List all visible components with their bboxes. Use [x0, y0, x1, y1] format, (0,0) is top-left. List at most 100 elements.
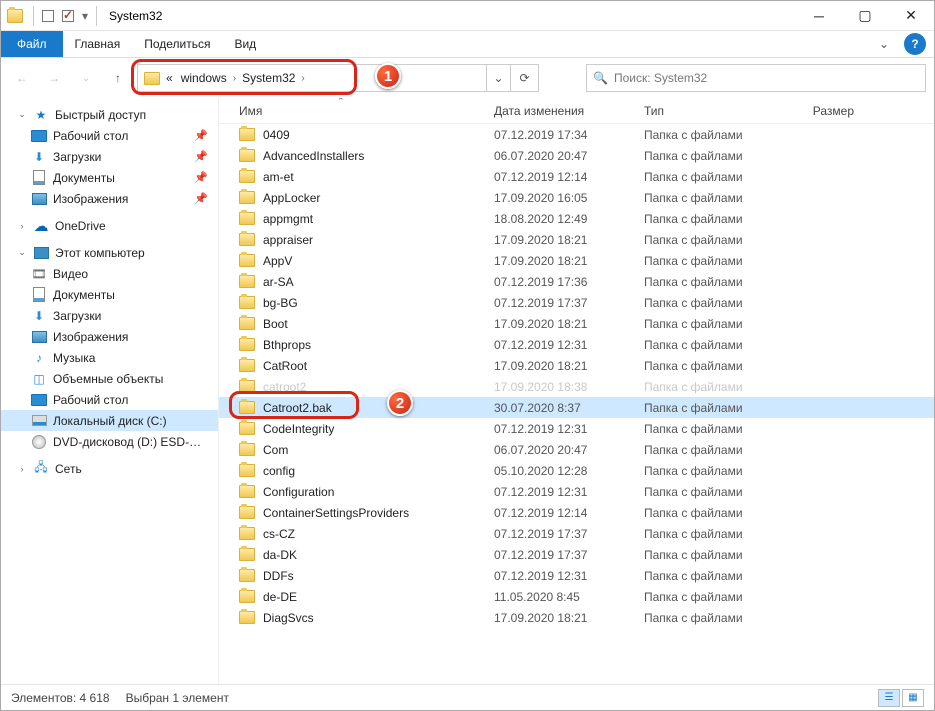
file-date: 07.12.2019 12:14: [494, 506, 644, 520]
sidebar-item-downloads[interactable]: ⬇Загрузки📌: [1, 146, 218, 167]
sidebar-onedrive[interactable]: ›☁OneDrive: [1, 215, 218, 236]
file-list[interactable]: 040907.12.2019 17:34Папка с файламиAdvan…: [219, 124, 934, 684]
file-name: CodeIntegrity: [263, 422, 494, 436]
sidebar-item-downloads[interactable]: ⬇Загрузки: [1, 305, 218, 326]
table-row[interactable]: Com06.07.2020 20:47Папка с файлами: [219, 439, 934, 460]
table-row[interactable]: 040907.12.2019 17:34Папка с файлами: [219, 124, 934, 145]
sidebar-network[interactable]: ›🖧Сеть: [1, 458, 218, 479]
table-row[interactable]: AppV17.09.2020 18:21Папка с файлами: [219, 250, 934, 271]
folder-icon: [239, 212, 255, 225]
file-type: Папка с файлами: [644, 380, 804, 394]
table-row[interactable]: CatRoot17.09.2020 18:21Папка с файлами: [219, 355, 934, 376]
forward-button[interactable]: →: [41, 65, 67, 91]
back-button[interactable]: ←: [9, 65, 35, 91]
table-row[interactable]: appraiser17.09.2020 18:21Папка с файлами: [219, 229, 934, 250]
table-row[interactable]: appmgmt18.08.2020 12:49Папка с файлами: [219, 208, 934, 229]
sidebar-this-pc[interactable]: ⌄Этот компьютер: [1, 242, 218, 263]
sidebar-item-pictures[interactable]: Изображения📌: [1, 188, 218, 209]
table-row[interactable]: ar-SA07.12.2019 17:36Папка с файлами: [219, 271, 934, 292]
refresh-button[interactable]: ⟳: [511, 64, 539, 92]
close-button[interactable]: ✕: [888, 1, 934, 31]
nav-bar: ← → ⌄ ↑ « windows › System32 › ⌄ ⟳ 1 🔍 П…: [1, 58, 934, 98]
table-row[interactable]: de-DE11.05.2020 8:45Папка с файлами: [219, 586, 934, 607]
column-header-size[interactable]: Размер: [784, 104, 864, 118]
document-icon: [33, 287, 45, 302]
table-row[interactable]: ContainerSettingsProviders07.12.2019 12:…: [219, 502, 934, 523]
maximize-button[interactable]: ▢: [842, 1, 888, 31]
minimize-button[interactable]: ─: [796, 1, 842, 31]
column-header-type[interactable]: Тип: [644, 104, 784, 118]
column-header-date[interactable]: Дата изменения: [494, 104, 644, 118]
tree-expand-icon[interactable]: ›: [17, 221, 27, 231]
table-row[interactable]: catroot217.09.2020 18:38Папка с файлами: [219, 376, 934, 397]
table-row[interactable]: Catroot2.bak30.07.2020 8:37Папка с файла…: [219, 397, 934, 418]
qat-checkbox-2[interactable]: [62, 10, 74, 22]
table-row[interactable]: AdvancedInstallers06.07.2020 20:47Папка …: [219, 145, 934, 166]
folder-icon: [239, 191, 255, 204]
column-header-name[interactable]: Имя⌃: [239, 104, 494, 118]
file-name: da-DK: [263, 548, 494, 562]
label: Рабочий стол: [53, 129, 128, 143]
details-view-button[interactable]: ☰: [878, 689, 900, 707]
sidebar-item-videos[interactable]: 🎞Видео: [1, 263, 218, 284]
tree-collapse-icon[interactable]: ⌄: [17, 247, 27, 258]
label: Видео: [53, 267, 88, 281]
sidebar-item-pictures[interactable]: Изображения: [1, 326, 218, 347]
recent-locations-button[interactable]: ⌄: [73, 65, 99, 91]
tab-view[interactable]: Вид: [222, 31, 268, 57]
table-row[interactable]: am-et07.12.2019 12:14Папка с файлами: [219, 166, 934, 187]
qat-overflow[interactable]: ▾: [78, 9, 92, 23]
tab-home[interactable]: Главная: [63, 31, 133, 57]
file-type: Папка с файлами: [644, 275, 804, 289]
table-row[interactable]: Bthprops07.12.2019 12:31Папка с файлами: [219, 334, 934, 355]
breadcrumb[interactable]: windows: [179, 71, 229, 85]
tab-share[interactable]: Поделиться: [132, 31, 222, 57]
window-title: System32: [109, 9, 162, 23]
folder-icon: [239, 275, 255, 288]
breadcrumb[interactable]: «: [164, 71, 175, 85]
address-dropdown-button[interactable]: ⌄: [487, 64, 511, 92]
sidebar-item-3d-objects[interactable]: ◫Объемные объекты: [1, 368, 218, 389]
pin-icon: 📌: [194, 150, 208, 163]
table-row[interactable]: DiagSvcs17.09.2020 18:21Папка с файлами: [219, 607, 934, 628]
sidebar-item-documents[interactable]: Документы: [1, 284, 218, 305]
navigation-pane: ⌄ ★ Быстрый доступ Рабочий стол📌 ⬇Загруз…: [1, 98, 219, 684]
table-row[interactable]: DDFs07.12.2019 12:31Папка с файлами: [219, 565, 934, 586]
sidebar-item-music[interactable]: ♪Музыка: [1, 347, 218, 368]
table-row[interactable]: da-DK07.12.2019 17:37Папка с файлами: [219, 544, 934, 565]
sidebar-quick-access[interactable]: ⌄ ★ Быстрый доступ: [1, 104, 218, 125]
tree-expand-icon[interactable]: ›: [17, 464, 27, 474]
chevron-right-icon[interactable]: ›: [301, 73, 304, 84]
file-tab[interactable]: Файл: [1, 31, 63, 57]
help-button[interactable]: ?: [904, 33, 926, 55]
file-date: 17.09.2020 18:21: [494, 233, 644, 247]
chevron-right-icon[interactable]: ›: [233, 73, 236, 84]
file-date: 07.12.2019 17:37: [494, 296, 644, 310]
sidebar-item-dvd[interactable]: DVD-дисковод (D:) ESD-…: [1, 431, 218, 452]
file-name: config: [263, 464, 494, 478]
table-row[interactable]: Boot17.09.2020 18:21Папка с файлами: [219, 313, 934, 334]
table-row[interactable]: Configuration07.12.2019 12:31Папка с фай…: [219, 481, 934, 502]
file-list-pane: Имя⌃ Дата изменения Тип Размер 040907.12…: [219, 98, 934, 684]
table-row[interactable]: AppLocker17.09.2020 16:05Папка с файлами: [219, 187, 934, 208]
address-bar[interactable]: « windows › System32 ›: [137, 64, 487, 92]
table-row[interactable]: cs-CZ07.12.2019 17:37Папка с файлами: [219, 523, 934, 544]
label: Документы: [53, 171, 115, 185]
sidebar-item-desktop[interactable]: Рабочий стол📌: [1, 125, 218, 146]
folder-icon: [239, 443, 255, 456]
large-icons-view-button[interactable]: ▦: [902, 689, 924, 707]
qat-checkbox-1[interactable]: [42, 10, 54, 22]
breadcrumb[interactable]: System32: [240, 71, 297, 85]
ribbon-expand-button[interactable]: ⌄: [870, 31, 898, 57]
table-row[interactable]: config05.10.2020 12:28Папка с файлами: [219, 460, 934, 481]
up-button[interactable]: ↑: [105, 65, 131, 91]
tree-collapse-icon[interactable]: ⌄: [17, 109, 27, 120]
sidebar-item-desktop[interactable]: Рабочий стол: [1, 389, 218, 410]
table-row[interactable]: CodeIntegrity07.12.2019 12:31Папка с фай…: [219, 418, 934, 439]
sidebar-item-local-disk[interactable]: Локальный диск (C:): [1, 410, 218, 431]
column-headers: Имя⌃ Дата изменения Тип Размер: [219, 98, 934, 124]
sidebar-item-documents[interactable]: Документы📌: [1, 167, 218, 188]
search-input[interactable]: 🔍 Поиск: System32: [586, 64, 926, 92]
file-name: appmgmt: [263, 212, 494, 226]
table-row[interactable]: bg-BG07.12.2019 17:37Папка с файлами: [219, 292, 934, 313]
